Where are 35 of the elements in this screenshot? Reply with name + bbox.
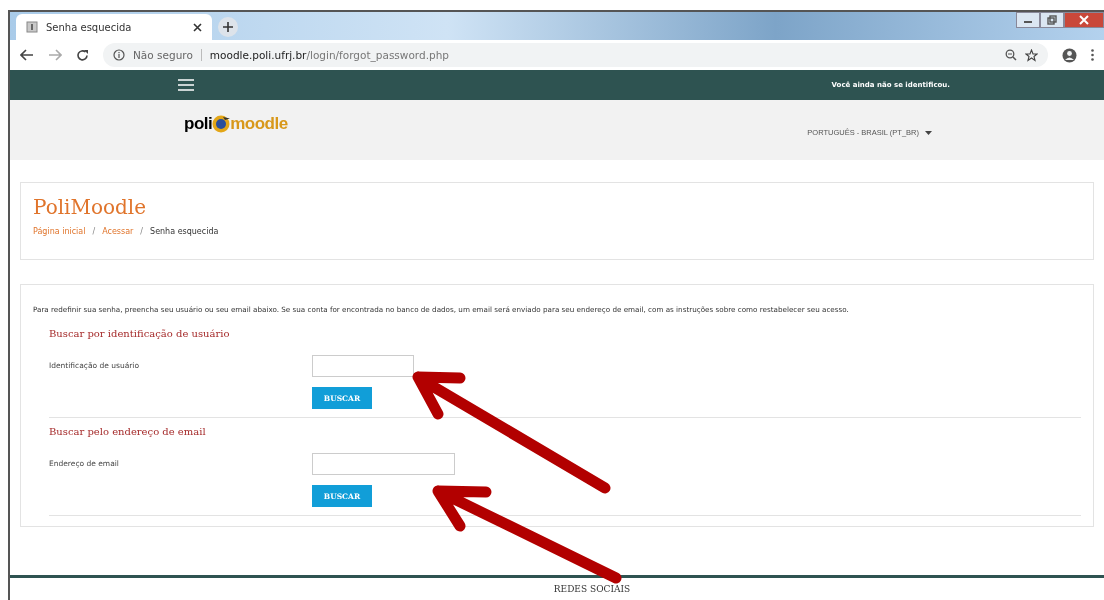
back-icon[interactable] [20, 49, 34, 61]
input-field[interactable] [312, 453, 455, 475]
minimize-button[interactable] [1016, 12, 1040, 28]
breadcrumb-link[interactable]: Página inicial [33, 227, 86, 236]
close-icon [1079, 15, 1089, 25]
profile-icon[interactable] [1062, 47, 1077, 63]
menu-icon[interactable] [178, 79, 194, 91]
plus-icon [223, 22, 233, 32]
browser-tab[interactable]: Senha esquecida [16, 14, 212, 40]
star-icon[interactable] [1025, 48, 1038, 62]
page-title: PoliMoodle [33, 195, 148, 219]
close-button[interactable] [1064, 12, 1104, 28]
input-field[interactable] [312, 355, 414, 377]
breadcrumb-current: Senha esquecida [150, 227, 219, 236]
restore-icon [1047, 15, 1057, 25]
maximize-button[interactable] [1040, 12, 1064, 28]
menu-icon[interactable] [1091, 49, 1094, 61]
breadcrumb-separator: / [92, 227, 96, 236]
tab-title: Senha esquecida [46, 21, 133, 33]
close-icon[interactable] [193, 22, 202, 32]
new-tab-button[interactable] [218, 17, 238, 37]
reload-icon[interactable] [76, 48, 89, 62]
address-field[interactable]: Não seguro moodle.poli.ufrj.br/login/forgot_password.php [103, 43, 1048, 67]
logo: poli moodle [184, 114, 288, 134]
page-icon [26, 21, 38, 33]
info-icon [113, 49, 125, 61]
breadcrumb-separator: / [140, 227, 144, 236]
zoom-icon[interactable] [1005, 49, 1017, 61]
url-text: moodle.poli.ufrj.br/login/forgot_password.php [209, 49, 449, 61]
section-heading: Buscar por identificação de usuário [49, 327, 231, 341]
security-label: Não seguro [133, 49, 202, 61]
section-heading: Buscar pelo endereço de email [49, 425, 207, 439]
caret-icon [925, 130, 932, 135]
breadcrumb-link[interactable]: Acessar [102, 227, 134, 236]
footer-heading: REDES SOCIAIS [552, 584, 631, 594]
